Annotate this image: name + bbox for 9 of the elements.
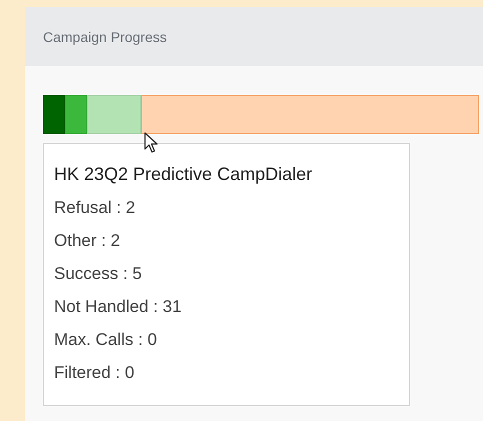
tooltip-line: Not Handled : 31 bbox=[54, 297, 182, 316]
card-title: Campaign Progress bbox=[43, 29, 167, 45]
tooltip-title: HK 23Q2 Predictive CampDialer bbox=[54, 163, 314, 186]
tooltip-line: Refusal : 2 bbox=[54, 198, 136, 217]
tooltip-line: Success : 5 bbox=[54, 264, 142, 283]
progress-segment[interactable] bbox=[141, 95, 479, 134]
tooltip-line: Max. Calls : 0 bbox=[54, 330, 157, 349]
tooltip-line: Filtered : 0 bbox=[54, 363, 134, 382]
tooltip-line: Other : 2 bbox=[54, 231, 120, 250]
